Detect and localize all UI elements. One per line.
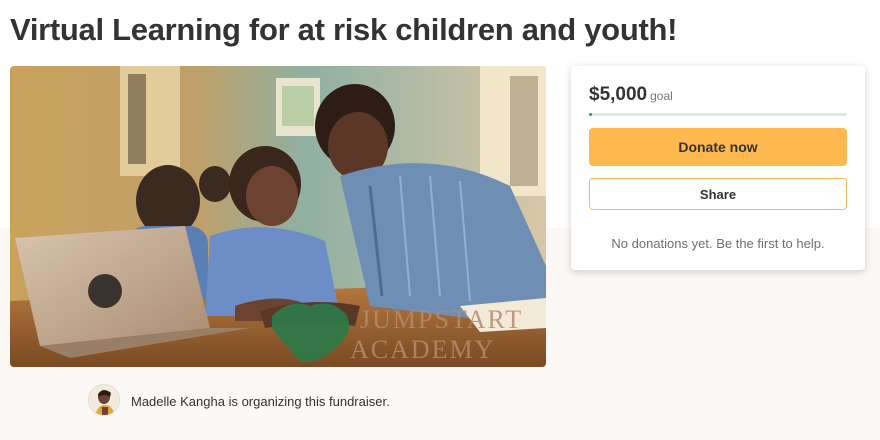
page-title: Virtual Learning for at risk children an…: [10, 12, 678, 47]
progress-bar: [589, 113, 847, 116]
progress-fill: [589, 113, 592, 116]
donation-status-text: No donations yet. Be the first to help.: [611, 236, 825, 251]
goal-amount-row: $5,000 goal: [589, 84, 673, 106]
donation-card: $5,000 goal Donate now Share No donations…: [571, 66, 865, 270]
goal-amount: $5,000: [589, 84, 648, 105]
logo-text-line2: ACADEMY: [350, 335, 495, 364]
organizer-text: Madelle Kangha is organizing this fundra…: [131, 394, 390, 409]
campaign-hero-image[interactable]: JUMPSTART ACADEMY: [10, 66, 546, 367]
organizer-avatar[interactable]: [88, 384, 120, 416]
share-button[interactable]: Share: [589, 178, 847, 210]
donate-now-button[interactable]: Donate now: [589, 128, 847, 166]
logo-text-line1: JUMPSTART: [360, 305, 523, 334]
goal-label: goal: [650, 89, 673, 103]
